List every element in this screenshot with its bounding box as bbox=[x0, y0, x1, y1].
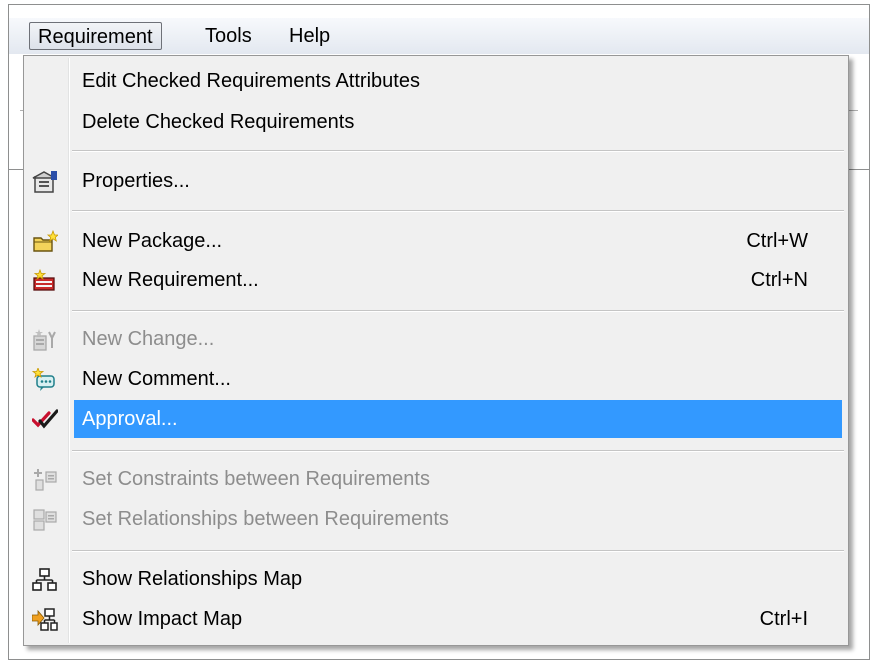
new-change-icon bbox=[32, 328, 58, 352]
menu-separator bbox=[72, 310, 844, 312]
new-package-icon bbox=[32, 230, 58, 254]
constraints-icon bbox=[32, 468, 58, 492]
menubar-item-requirement[interactable]: Requirement bbox=[29, 22, 162, 50]
menu-item-label: New Requirement... bbox=[82, 269, 259, 291]
new-requirement-icon bbox=[32, 269, 58, 293]
menu-bar: Requirement Tools Help bbox=[9, 18, 869, 54]
menubar-item-help[interactable]: Help bbox=[281, 22, 338, 50]
menu-item-shortcut: Ctrl+I bbox=[759, 608, 808, 630]
menu-item-edit-checked-attributes[interactable]: Edit Checked Requirements Attributes bbox=[26, 62, 844, 100]
menu-item-label: Show Relationships Map bbox=[82, 568, 303, 590]
menu-item-label: Set Constraints between Requirements bbox=[82, 468, 430, 490]
relationships-icon bbox=[32, 508, 58, 532]
requirement-dropdown-menu: Edit Checked Requirements Attributes Del… bbox=[23, 55, 849, 646]
approval-checkmark-icon bbox=[32, 408, 58, 432]
menu-item-set-relationships[interactable]: Set Relationships between Requirements bbox=[26, 500, 844, 538]
new-comment-icon bbox=[32, 368, 58, 392]
menu-item-new-comment[interactable]: New Comment... bbox=[26, 360, 844, 398]
menu-item-label: Show Impact Map bbox=[82, 608, 243, 630]
menu-separator bbox=[72, 210, 844, 212]
menu-item-highlight bbox=[74, 400, 842, 438]
menubar-item-tools[interactable]: Tools bbox=[197, 22, 260, 50]
menu-item-label: Delete Checked Requirements bbox=[82, 111, 355, 133]
menu-item-set-constraints[interactable]: Set Constraints between Requirements bbox=[26, 460, 844, 498]
menu-item-new-requirement[interactable]: New Requirement... Ctrl+N bbox=[26, 261, 844, 299]
relationships-map-icon bbox=[32, 568, 58, 592]
menu-item-label: Approval... bbox=[82, 408, 178, 430]
menu-item-label: Edit Checked Requirements Attributes bbox=[82, 70, 420, 92]
menu-separator bbox=[72, 150, 844, 152]
menu-separator bbox=[72, 550, 844, 552]
menu-separator bbox=[72, 450, 844, 452]
menu-item-label: Properties... bbox=[82, 170, 190, 192]
menu-item-label: New Change... bbox=[82, 328, 215, 350]
menu-item-properties[interactable]: Properties... bbox=[26, 162, 844, 200]
menu-item-new-change[interactable]: New Change... bbox=[26, 320, 844, 358]
menu-item-approval[interactable]: Approval... bbox=[26, 400, 844, 438]
menu-item-show-impact-map[interactable]: Show Impact Map Ctrl+I bbox=[26, 600, 844, 638]
menu-item-delete-checked-requirements[interactable]: Delete Checked Requirements bbox=[26, 103, 844, 141]
menu-item-new-package[interactable]: New Package... Ctrl+W bbox=[26, 222, 844, 260]
menu-item-label: New Package... bbox=[82, 230, 223, 252]
impact-map-icon bbox=[32, 608, 58, 632]
menu-item-shortcut: Ctrl+W bbox=[746, 230, 808, 252]
menu-item-shortcut: Ctrl+N bbox=[750, 269, 808, 291]
properties-icon bbox=[32, 170, 58, 194]
menu-item-show-relationships-map[interactable]: Show Relationships Map bbox=[26, 560, 844, 598]
menu-item-label: New Comment... bbox=[82, 368, 231, 390]
menu-item-label: Set Relationships between Requirements bbox=[82, 508, 449, 530]
